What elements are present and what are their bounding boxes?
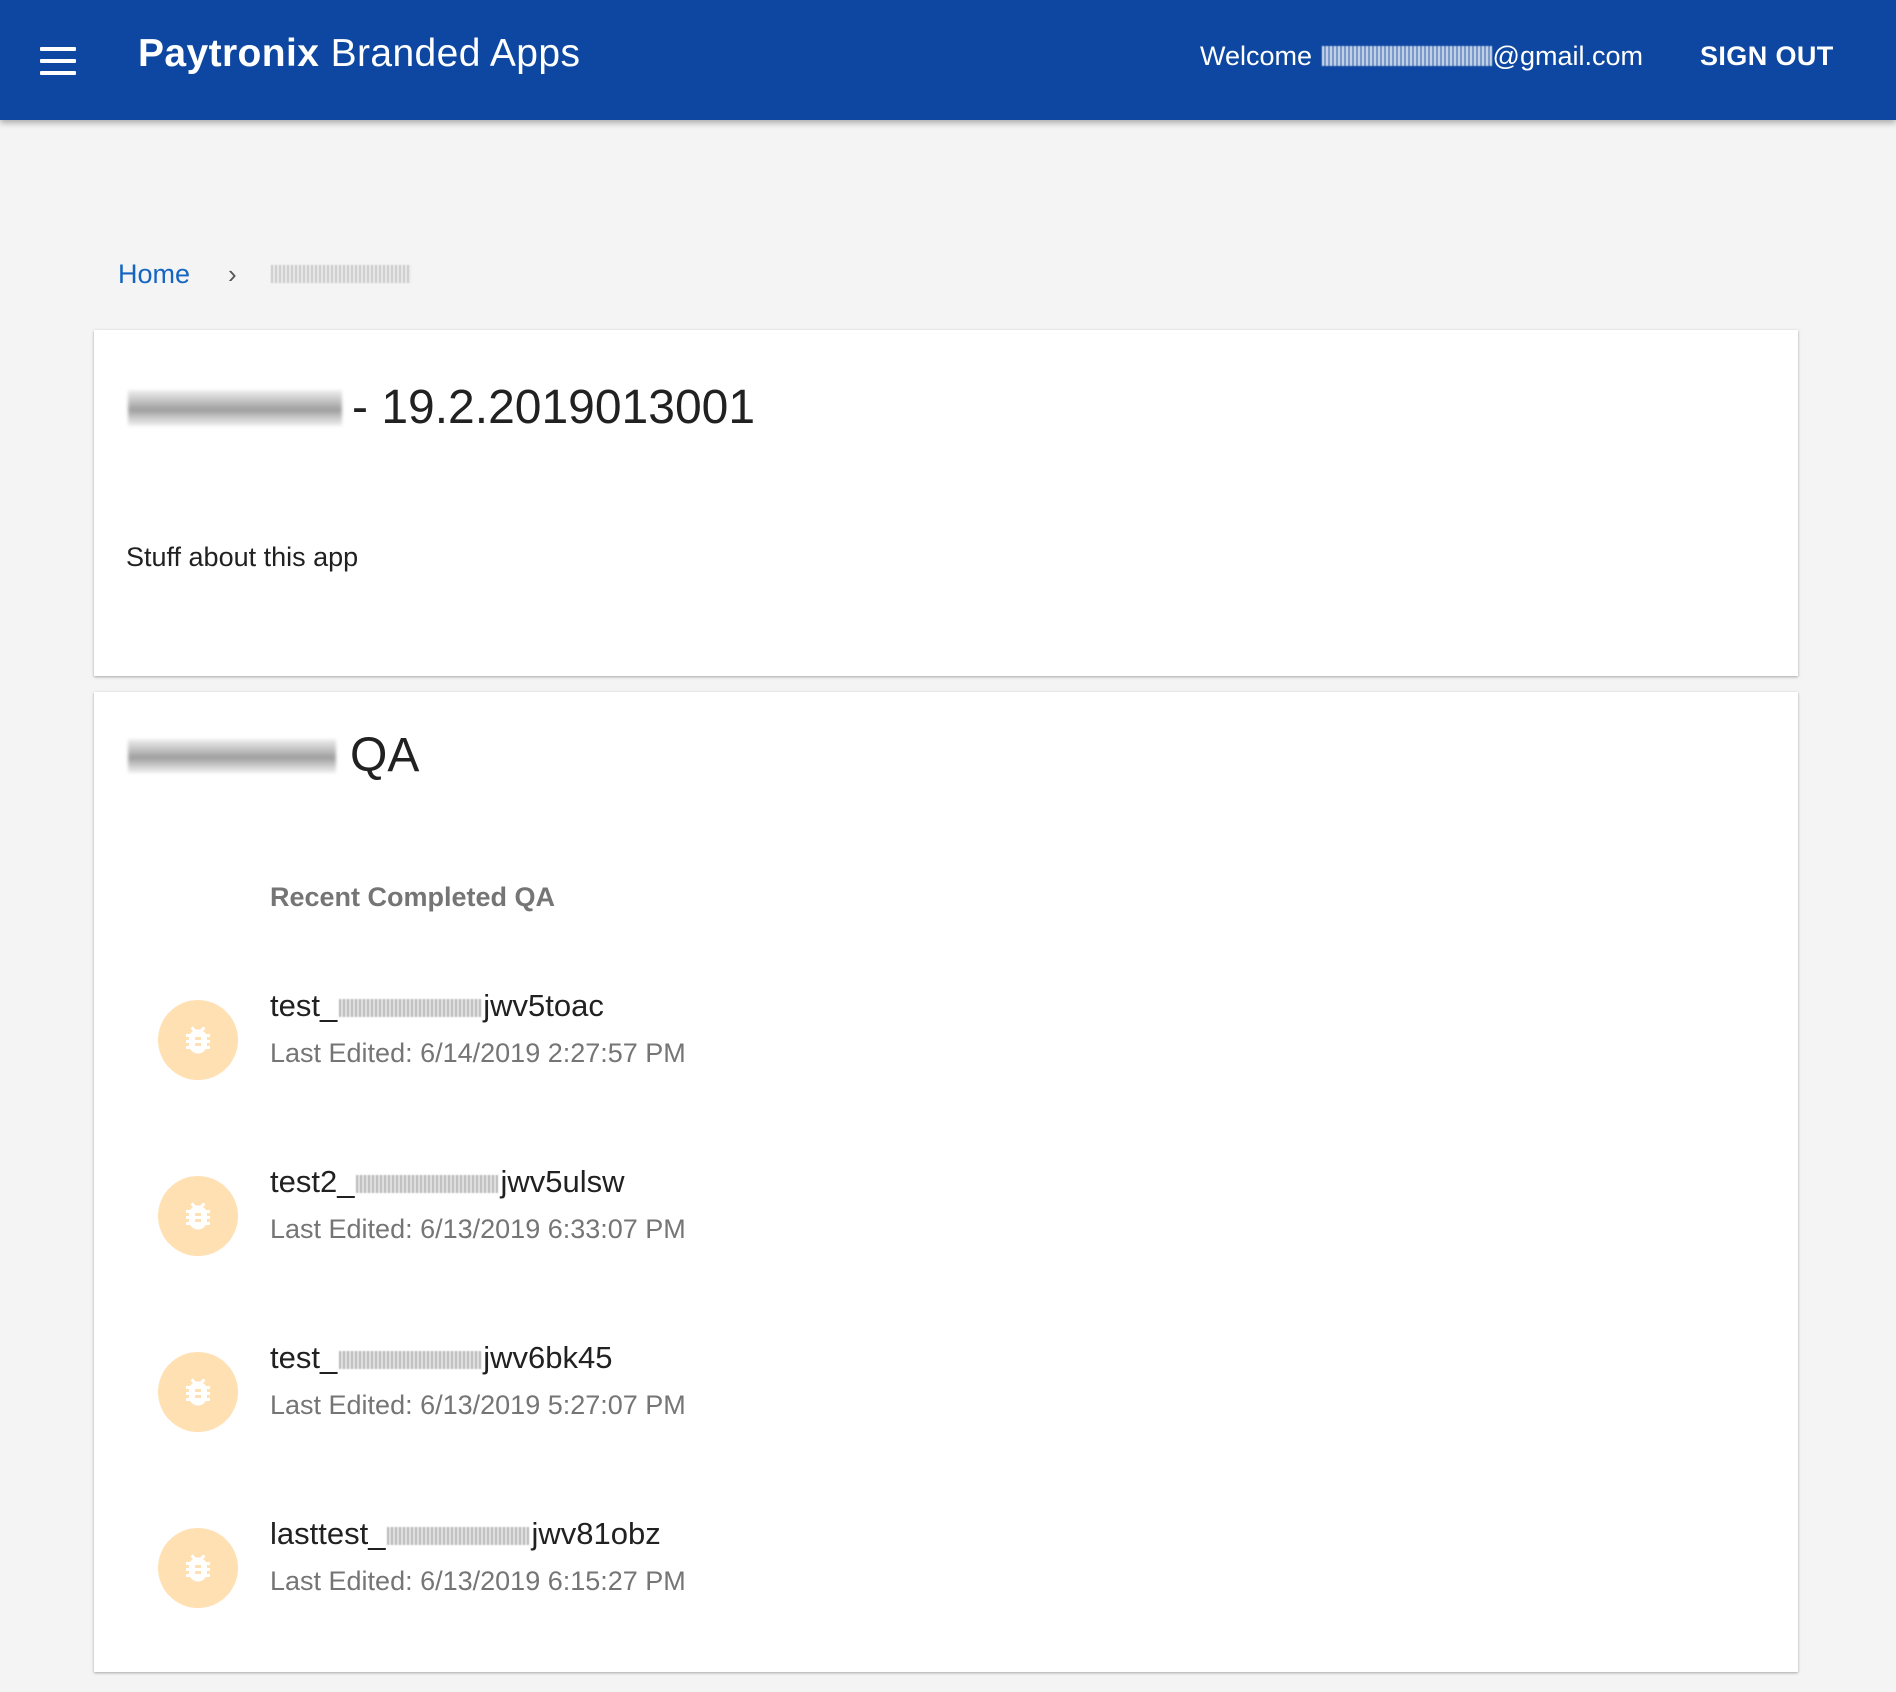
qa-name-suffix: jwv81obz — [531, 1516, 661, 1551]
welcome-message: Welcome @gmail.com — [1200, 41, 1643, 72]
bug-icon — [158, 1528, 238, 1608]
chevron-right-icon: › — [228, 258, 237, 289]
welcome-email-domain: @gmail.com — [1492, 41, 1643, 71]
qa-name-prefix: test_ — [270, 988, 338, 1023]
redacted-name-part — [387, 1527, 530, 1545]
breadcrumb: Home › — [118, 256, 411, 292]
qa-card: QA Recent Completed QA test_ jwv5toac Las… — [94, 692, 1798, 1672]
redacted-name-part — [339, 999, 482, 1017]
qa-name-suffix: jwv5ulsw — [500, 1164, 625, 1199]
app-version: - 19.2.2019013001 — [352, 381, 756, 434]
qa-name-suffix: jwv6bk45 — [483, 1340, 613, 1375]
redacted-name-part — [356, 1175, 499, 1193]
qa-title-suffix: QA — [350, 729, 420, 782]
qa-list-item[interactable]: lasttest_ jwv81obz Last Edited: 6/13/2019… — [94, 1516, 1798, 1692]
app-title-rest: Branded Apps — [319, 32, 581, 75]
bug-icon — [158, 1000, 238, 1080]
bug-icon — [158, 1176, 238, 1256]
qa-item-last-edited: Last Edited: 6/13/2019 6:33:07 PM — [270, 1214, 686, 1244]
qa-list: test_ jwv5toac Last Edited: 6/14/2019 2:2… — [94, 988, 1798, 1692]
qa-item-name: lasttest_ jwv81obz — [270, 1516, 661, 1552]
redacted-name-part — [339, 1351, 482, 1369]
bug-icon — [158, 1352, 238, 1432]
qa-item-name: test_ jwv6bk45 — [270, 1340, 612, 1376]
qa-card-title: QA — [128, 728, 419, 783]
menu-icon[interactable] — [30, 33, 86, 89]
qa-name-suffix: jwv5toac — [483, 988, 604, 1023]
qa-list-item[interactable]: test_ jwv6bk45 Last Edited: 6/13/2019 5:2… — [94, 1340, 1798, 1516]
app-version-title: - 19.2.2019013001 — [128, 380, 755, 435]
app-bar: Paytronix Branded Apps Welcome @gmail.co… — [0, 0, 1896, 120]
redacted-app-name — [128, 389, 342, 426]
qa-item-name: test_ jwv5toac — [270, 988, 604, 1024]
app-description: Stuff about this app — [126, 542, 359, 572]
welcome-prefix: Welcome — [1200, 41, 1320, 71]
app-info-card: - 19.2.2019013001 Stuff about this app — [94, 330, 1798, 676]
app-title-brand: Paytronix — [138, 32, 320, 75]
qa-name-prefix: test_ — [270, 1340, 338, 1375]
qa-list-item[interactable]: test2_ jwv5ulsw Last Edited: 6/13/2019 6:… — [94, 1164, 1798, 1340]
redacted-email — [1321, 45, 1492, 66]
qa-name-prefix: test2_ — [270, 1164, 355, 1199]
qa-list-item[interactable]: test_ jwv5toac Last Edited: 6/14/2019 2:2… — [94, 988, 1798, 1164]
breadcrumb-current-redacted — [270, 265, 411, 283]
recent-qa-subheader: Recent Completed QA — [270, 882, 556, 912]
redacted-app-name — [128, 738, 336, 773]
qa-item-name: test2_ jwv5ulsw — [270, 1164, 624, 1200]
qa-item-last-edited: Last Edited: 6/13/2019 5:27:07 PM — [270, 1390, 686, 1420]
breadcrumb-home-link[interactable]: Home — [118, 259, 190, 290]
sign-out-button[interactable]: SIGN OUT — [1700, 41, 1834, 72]
app-title: Paytronix Branded Apps — [138, 32, 580, 76]
qa-name-prefix: lasttest_ — [270, 1516, 386, 1551]
qa-item-last-edited: Last Edited: 6/14/2019 2:27:57 PM — [270, 1038, 686, 1068]
qa-item-last-edited: Last Edited: 6/13/2019 6:15:27 PM — [270, 1566, 686, 1596]
